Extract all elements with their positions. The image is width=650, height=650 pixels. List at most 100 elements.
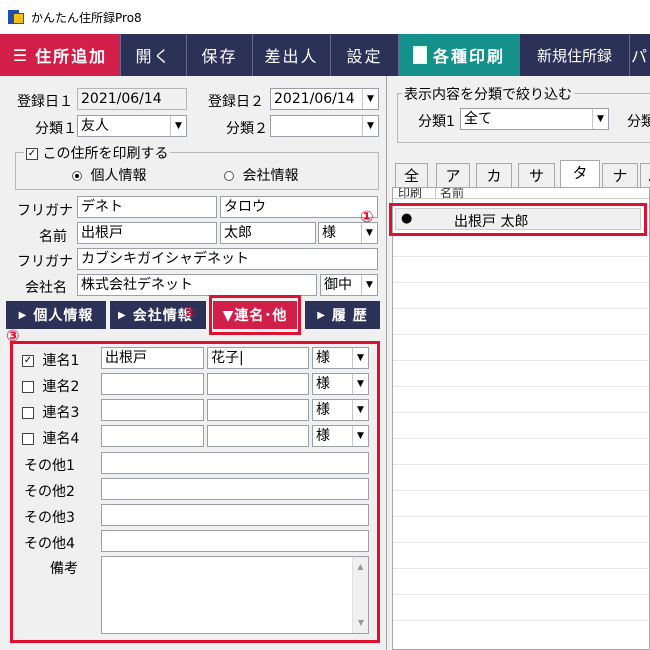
company-info-radio[interactable]	[224, 171, 234, 181]
grid-line	[393, 464, 650, 465]
grid-line	[393, 334, 650, 335]
notes-scrollbar[interactable]: ▲ ▼	[352, 557, 368, 633]
joint4-honorific-combo[interactable]: 様 ▼	[312, 425, 369, 447]
window-title: かんたん住所録Pro8	[31, 10, 142, 25]
joint1-row-label[interactable]: ✓ 連名1	[22, 350, 79, 370]
list-header: 印刷 名前	[393, 188, 649, 199]
kana-tab-a[interactable]: ア	[436, 163, 470, 187]
grid-line	[393, 620, 650, 621]
joint3-honorific-combo[interactable]: 様 ▼	[312, 399, 369, 421]
chevron-down-icon[interactable]: ▼	[361, 275, 377, 295]
chevron-down-icon[interactable]: ▼	[352, 348, 368, 368]
chevron-down-icon[interactable]: ▼	[362, 116, 378, 136]
print-address-checkbox-row[interactable]: ✓ この住所を印刷する	[24, 143, 171, 163]
caret-right-icon: ▶	[317, 309, 326, 321]
personal-info-radio-row[interactable]: 個人情報	[72, 165, 146, 185]
chevron-down-icon[interactable]: ▼	[170, 116, 186, 136]
joint4-last-field[interactable]	[101, 425, 204, 447]
chevron-down-icon[interactable]: ▼	[592, 109, 608, 129]
print-button[interactable]: 各種印刷	[399, 34, 520, 76]
save-button[interactable]: 保存	[187, 34, 253, 76]
grid-line	[393, 412, 650, 413]
other3-field[interactable]	[101, 504, 369, 526]
sender-button[interactable]: 差出人	[253, 34, 331, 76]
joint2-honorific-combo[interactable]: 様 ▼	[312, 373, 369, 395]
company-honorific-combo[interactable]: 御中 ▼	[320, 274, 378, 296]
joint4-first-field[interactable]	[207, 425, 309, 447]
joint3-first-field[interactable]	[207, 399, 309, 421]
last-name-field[interactable]: 出根戸	[77, 222, 217, 244]
other2-field[interactable]	[101, 478, 369, 500]
filter-cat2-label: 分類	[627, 114, 650, 130]
other1-field[interactable]	[101, 452, 369, 474]
address-list: 印刷 名前 ● 出根戸 太郎	[392, 187, 650, 650]
list-header-name[interactable]: 名前	[435, 188, 464, 198]
company-info-radio-label: 会社情報	[242, 168, 299, 184]
filter-cat1-combo[interactable]: 全て ▼	[460, 108, 609, 130]
kana-tab-ka[interactable]: カ	[476, 163, 512, 187]
add-address-button[interactable]: ☰ 住所追加	[0, 34, 121, 76]
tab-personal-info[interactable]: ▶ 個人情報	[6, 301, 106, 329]
chevron-down-icon[interactable]: ▼	[361, 223, 377, 243]
joint2-row-label[interactable]: 連名2	[22, 376, 79, 396]
joint3-last-field[interactable]	[101, 399, 204, 421]
first-name-field[interactable]: 太郎	[220, 222, 316, 244]
joint1-honorific-combo[interactable]: 様 ▼	[312, 347, 369, 369]
joint2-checkbox[interactable]	[22, 381, 34, 393]
category1-combo[interactable]: 友人 ▼	[77, 115, 187, 137]
company-field[interactable]: 株式会社デネット	[77, 274, 317, 296]
settings-button[interactable]: 設定	[331, 34, 399, 76]
tab-history[interactable]: ▶ 履 歴	[305, 301, 380, 329]
chevron-down-icon[interactable]: ▼	[353, 613, 368, 633]
other4-field[interactable]	[101, 530, 369, 552]
furigana-first-field[interactable]: タロウ	[220, 196, 378, 218]
joint3-checkbox[interactable]	[22, 407, 34, 419]
chevron-down-icon[interactable]: ▼	[352, 374, 368, 394]
grid-line	[393, 438, 650, 439]
joint4-checkbox[interactable]	[22, 433, 34, 445]
furigana-last-field[interactable]: デネト	[77, 196, 217, 218]
other1-label: その他1	[24, 458, 75, 474]
joint1-first-field[interactable]: 花子|	[207, 347, 309, 369]
reg-date2-combo[interactable]: 2021/06/14 ▼	[270, 88, 379, 110]
joint1-checkbox[interactable]: ✓	[22, 355, 34, 367]
reg-date1-label: 登録日１	[17, 94, 73, 110]
other4-label: その他4	[24, 536, 75, 552]
reg-date2-label: 登録日２	[208, 94, 264, 110]
chevron-down-icon[interactable]: ▼	[362, 89, 378, 109]
open-button[interactable]: 開く	[121, 34, 187, 76]
chevron-up-icon[interactable]: ▲	[353, 557, 368, 577]
print-address-checkbox[interactable]: ✓	[26, 148, 38, 160]
company-info-radio-row[interactable]: 会社情報	[224, 165, 298, 185]
toolbar-overflow-button[interactable]: パ	[630, 34, 650, 76]
kana-tab-na[interactable]: ナ	[602, 163, 638, 187]
kana-tab-all[interactable]: 全	[395, 163, 428, 187]
grid-line	[393, 516, 650, 517]
kana-tab-sa[interactable]: サ	[518, 163, 555, 187]
list-item[interactable]: ● 出根戸 太郎	[395, 208, 641, 230]
new-address-book-button[interactable]: 新規住所録	[520, 34, 630, 76]
kana-tab-ta[interactable]: タ	[560, 160, 600, 187]
company-furigana-field[interactable]: カブシキガイシャデネット	[77, 248, 378, 270]
joint3-row-label[interactable]: 連名3	[22, 402, 79, 422]
personal-info-radio[interactable]	[72, 171, 82, 181]
company-honorific-value: 御中	[324, 277, 352, 293]
kana-tab-ha[interactable]: ハ	[640, 163, 650, 187]
joint4-row-label[interactable]: 連名4	[22, 428, 79, 448]
joint2-last-field[interactable]	[101, 373, 204, 395]
chevron-down-icon[interactable]: ▼	[352, 426, 368, 446]
tab-joint-names[interactable]: ▼連名･他	[213, 301, 297, 329]
list-header-print[interactable]: 印刷	[398, 188, 422, 198]
other2-label: その他2	[24, 484, 75, 500]
filter-cat1-value: 全て	[464, 111, 492, 127]
reg-date1-field[interactable]: 2021/06/14	[77, 88, 187, 110]
chevron-down-icon[interactable]: ▼	[352, 400, 368, 420]
category2-label: 分類２	[226, 121, 268, 137]
notes-textarea[interactable]: ▲ ▼	[101, 556, 369, 634]
joint1-last-field[interactable]: 出根戸	[101, 347, 204, 369]
grid-line	[393, 568, 650, 569]
app-icon	[8, 9, 24, 25]
joint2-first-field[interactable]	[207, 373, 309, 395]
grid-line	[393, 594, 650, 595]
category2-combo[interactable]: ▼	[270, 115, 379, 137]
